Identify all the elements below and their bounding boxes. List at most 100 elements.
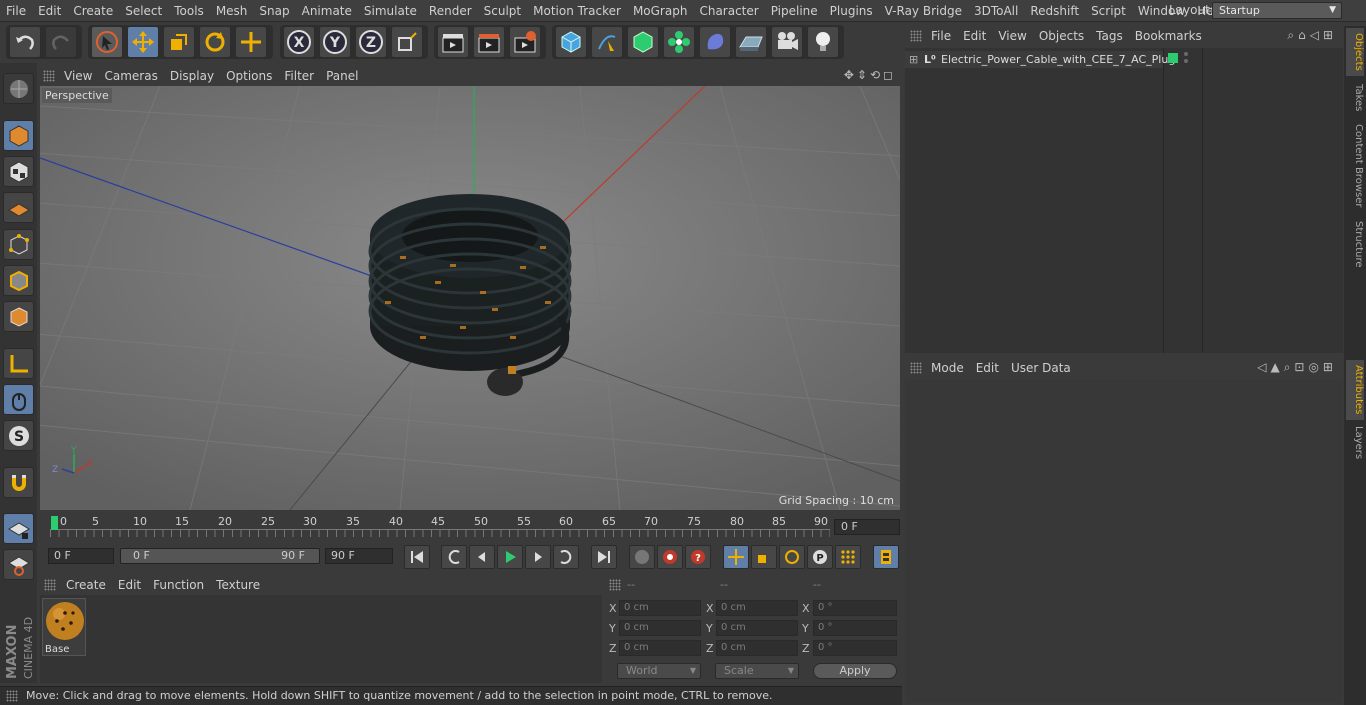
object-menu-objects[interactable]: Objects: [1033, 25, 1090, 47]
light-object-button[interactable]: [807, 26, 839, 58]
snap-button[interactable]: [3, 467, 34, 498]
points-mode-button[interactable]: [3, 229, 34, 260]
tab-objects[interactable]: Objects: [1346, 28, 1364, 76]
go-to-end-button[interactable]: [591, 545, 617, 569]
coordinate-system-button[interactable]: [391, 26, 423, 58]
next-key-button[interactable]: [553, 545, 579, 569]
play-button[interactable]: [497, 545, 523, 569]
attribute-manager-nav-icons[interactable]: ◁▲⌕⊡◎⊞: [1257, 360, 1337, 375]
size-mode-select[interactable]: Scale ▼: [715, 663, 799, 679]
menu-motion-tracker[interactable]: Motion Tracker: [527, 0, 627, 22]
viewport-menu-display[interactable]: Display: [164, 66, 220, 86]
key-parameter-button[interactable]: P: [807, 545, 833, 569]
object-menu-tags[interactable]: Tags: [1090, 25, 1129, 47]
menu-file[interactable]: File: [0, 0, 32, 22]
cube-object-button[interactable]: [555, 26, 587, 58]
pen-spline-button[interactable]: [591, 26, 623, 58]
viewport-menu-options[interactable]: Options: [220, 66, 278, 86]
expand-icon[interactable]: ⊞: [909, 51, 918, 68]
perspective-viewport[interactable]: Y X Z Perspective Grid Spacing : 10 cm: [40, 86, 900, 510]
axis-mode-button[interactable]: [3, 348, 34, 379]
tweak-mode-button[interactable]: [3, 384, 34, 415]
cloner-button[interactable]: [663, 26, 695, 58]
current-frame-field[interactable]: 0 F: [834, 519, 900, 535]
rotation-b-field[interactable]: 0 °: [813, 640, 897, 656]
menu-simulate[interactable]: Simulate: [358, 0, 423, 22]
object-manager-nav-icons[interactable]: ⌕⌂◁⊞: [1287, 28, 1337, 43]
y-axis-lock-button[interactable]: Y: [319, 26, 351, 58]
coordinate-space-select[interactable]: World ▼: [617, 663, 701, 679]
render-picture-viewer-button[interactable]: [473, 26, 505, 58]
object-menu-bookmarks[interactable]: Bookmarks: [1129, 25, 1208, 47]
autokey-button[interactable]: ?: [685, 545, 711, 569]
object-row[interactable]: ⊞ L⁰ Electric_Power_Cable_with_CEE_7_AC_…: [905, 51, 1175, 68]
viewport-nav-icons[interactable]: ✥⇕⟲◻: [844, 68, 896, 82]
deformer-button[interactable]: [699, 26, 731, 58]
panel-grip[interactable]: [910, 30, 922, 42]
model-mode-button[interactable]: [3, 120, 34, 151]
tab-attributes[interactable]: Attributes: [1346, 360, 1364, 420]
key-scale-button[interactable]: [751, 545, 777, 569]
tab-layers[interactable]: Layers: [1346, 422, 1364, 464]
attribute-menu-user-data[interactable]: User Data: [1005, 357, 1077, 379]
menu-mesh[interactable]: Mesh: [210, 0, 254, 22]
menu-mograph[interactable]: MoGraph: [627, 0, 694, 22]
rotation-p-field[interactable]: 0 °: [813, 620, 897, 636]
rotation-h-field[interactable]: 0 °: [813, 600, 897, 616]
viewport-menu-filter[interactable]: Filter: [278, 66, 320, 86]
key-rotation-button[interactable]: [779, 545, 805, 569]
next-frame-button[interactable]: [525, 545, 551, 569]
menu-snap[interactable]: Snap: [253, 0, 295, 22]
menu-sculpt[interactable]: Sculpt: [478, 0, 527, 22]
record-position-button[interactable]: [629, 545, 655, 569]
size-y-field[interactable]: 0 cm: [716, 620, 798, 636]
editor-visibility-dot[interactable]: [1184, 52, 1188, 56]
panel-grip[interactable]: [609, 579, 621, 591]
position-z-field[interactable]: 0 cm: [619, 640, 701, 656]
menu-script[interactable]: Script: [1085, 0, 1132, 22]
timeline-window-button[interactable]: [873, 545, 899, 569]
polygons-mode-button[interactable]: [3, 301, 34, 332]
layer-color-swatch[interactable]: [1168, 53, 1178, 63]
record-button[interactable]: [657, 545, 683, 569]
material-item[interactable]: Base: [42, 598, 86, 656]
playhead[interactable]: [51, 516, 58, 530]
tab-structure[interactable]: Structure: [1346, 216, 1364, 272]
make-editable-button[interactable]: [3, 73, 34, 104]
menu-3dtoall[interactable]: 3DToAll: [968, 0, 1024, 22]
move-tool-button[interactable]: [127, 26, 159, 58]
position-y-field[interactable]: 0 cm: [619, 620, 701, 636]
tab-content-browser[interactable]: Content Browser: [1346, 120, 1364, 212]
menu-edit[interactable]: Edit: [32, 0, 67, 22]
material-menu-edit[interactable]: Edit: [112, 574, 147, 596]
end-frame-field[interactable]: 90 F: [325, 548, 393, 564]
render-settings-button[interactable]: [509, 26, 541, 58]
material-menu-function[interactable]: Function: [147, 574, 210, 596]
object-menu-file[interactable]: File: [925, 25, 957, 47]
previous-frame-button[interactable]: [469, 545, 495, 569]
workplane-lock-button[interactable]: [3, 513, 34, 544]
attribute-menu-mode[interactable]: Mode: [925, 357, 970, 379]
key-pla-button[interactable]: [835, 545, 861, 569]
rotate-tool-button[interactable]: [199, 26, 231, 58]
redo-button[interactable]: [45, 26, 77, 58]
object-menu-view[interactable]: View: [992, 25, 1032, 47]
camera-object-button[interactable]: [771, 26, 803, 58]
menu-vray-bridge[interactable]: V-Ray Bridge: [879, 0, 968, 22]
scale-tool-button[interactable]: [163, 26, 195, 58]
attribute-menu-edit[interactable]: Edit: [970, 357, 1005, 379]
solo-mode-button[interactable]: S: [3, 420, 34, 451]
panel-grip[interactable]: [43, 70, 55, 82]
workplane-mode-button[interactable]: [3, 192, 34, 223]
size-z-field[interactable]: 0 cm: [716, 640, 798, 656]
viewport-menu-cameras[interactable]: Cameras: [98, 66, 163, 86]
live-selection-button[interactable]: [91, 26, 123, 58]
object-menu-edit[interactable]: Edit: [957, 25, 992, 47]
size-x-field[interactable]: 0 cm: [716, 600, 798, 616]
frame-range-slider[interactable]: 0 F 90 F: [120, 548, 320, 564]
x-axis-lock-button[interactable]: X: [283, 26, 315, 58]
panel-grip[interactable]: [44, 579, 56, 591]
menu-plugins[interactable]: Plugins: [824, 0, 879, 22]
texture-mode-button[interactable]: [3, 156, 34, 187]
menu-tools[interactable]: Tools: [168, 0, 210, 22]
